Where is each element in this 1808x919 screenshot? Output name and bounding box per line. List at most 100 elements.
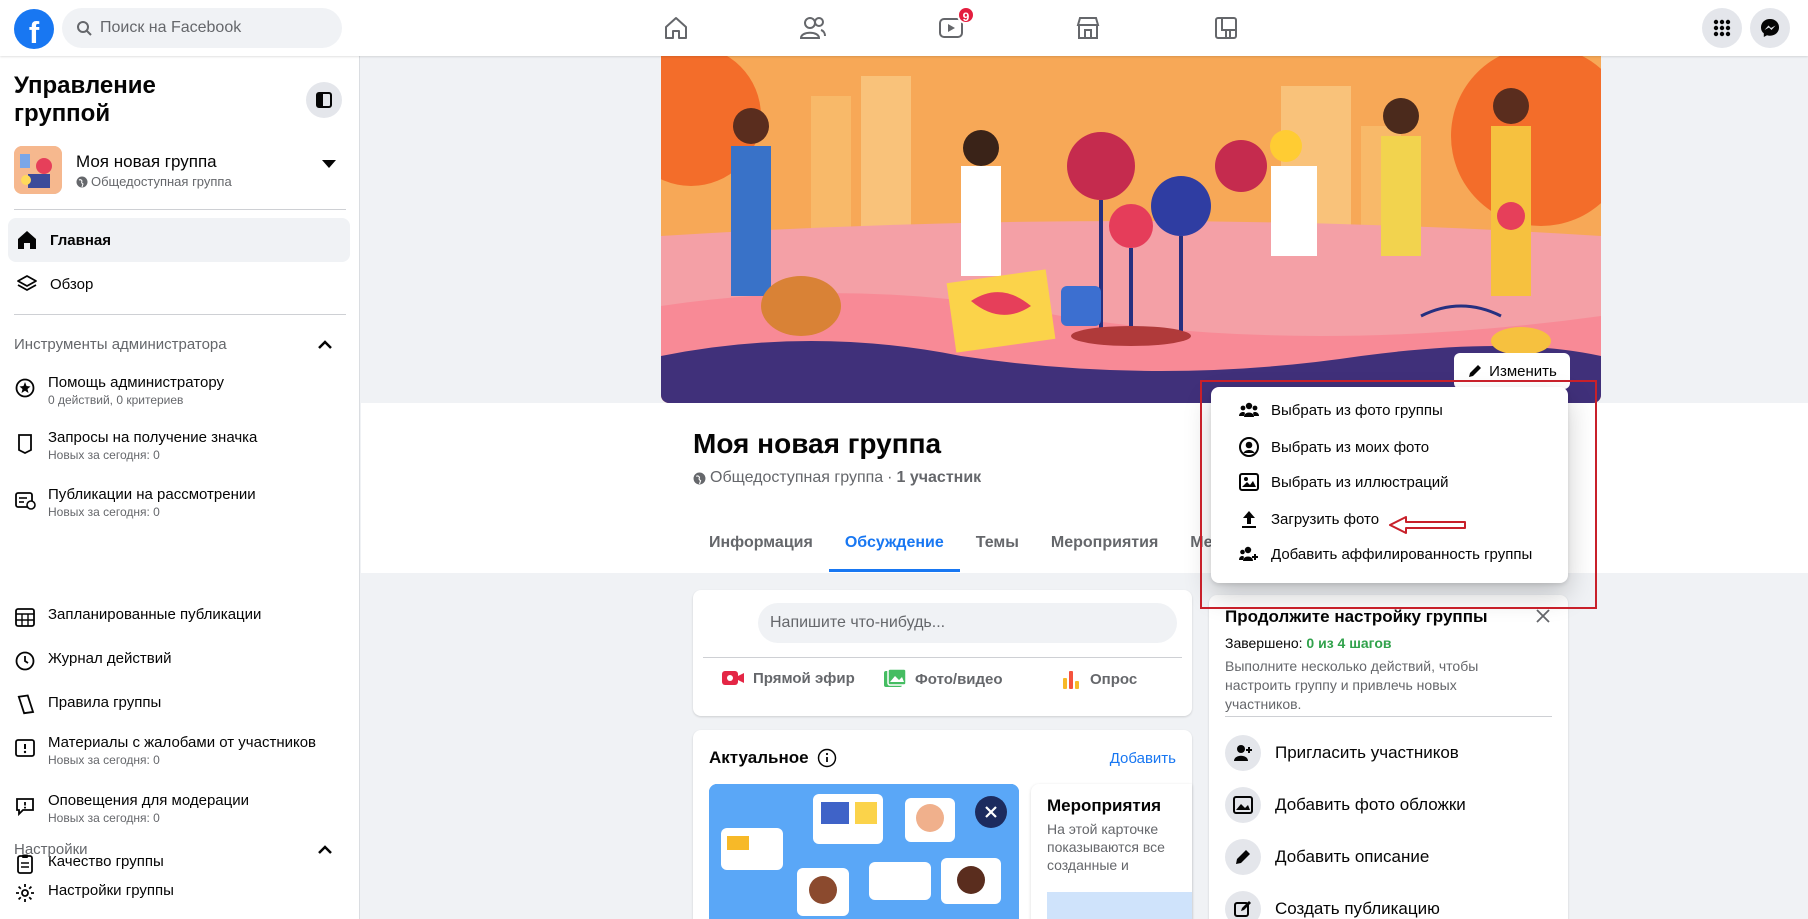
sidebar-item-admin-assist[interactable]: Помощь администратору 0 действий, 0 крите…	[14, 374, 344, 409]
info-icon[interactable]	[817, 748, 837, 768]
nav-groups-button[interactable]	[1170, 0, 1282, 56]
chevron-up-icon	[318, 339, 332, 349]
poll-button[interactable]: Опрос	[1060, 668, 1137, 690]
events-card[interactable]: Мероприятия На этой карточке показываютс…	[1031, 784, 1192, 919]
divider	[14, 314, 346, 315]
clock-icon	[15, 651, 35, 671]
tool-sublabel: Новых за сегодня: 0	[48, 753, 160, 767]
gear-icon	[16, 884, 34, 902]
report-icon	[15, 739, 35, 757]
invite-icon	[1225, 735, 1261, 771]
group-setup-card: Продолжите настройку группы Завершено: 0…	[1209, 595, 1568, 919]
cover-illustration	[661, 56, 1601, 403]
search-icon	[77, 21, 92, 36]
messenger-icon	[1761, 19, 1779, 37]
marketplace-icon	[1076, 17, 1100, 39]
group-name: Моя новая группа	[76, 152, 217, 171]
notification-badge: 9	[957, 6, 975, 24]
settings-header[interactable]: Настройки	[14, 841, 332, 858]
search-placeholder: Поиск на Facebook	[100, 19, 242, 36]
composer-input[interactable]: Напишите что-нибудь...	[758, 603, 1177, 643]
featured-illustration	[709, 784, 1019, 919]
pencil-icon	[1225, 839, 1261, 875]
gaming-icon	[1215, 17, 1237, 39]
sidebar-toggle-icon	[316, 92, 332, 108]
group-switcher[interactable]: Моя новая группа Общедоступная группа	[14, 146, 344, 198]
search-input[interactable]: Поиск на Facebook	[62, 8, 342, 48]
nav-friends-button[interactable]	[757, 0, 869, 56]
pencil-icon	[1469, 365, 1482, 377]
compose-icon	[1225, 891, 1261, 919]
events-card-text: На этой карточке показываются все создан…	[1047, 821, 1165, 876]
tab-topics[interactable]: Темы	[960, 520, 1035, 572]
sidebar-item-group-settings[interactable]: Настройки группы	[14, 879, 344, 904]
sidebar-item-scheduled-posts[interactable]: Запланированные публикации	[14, 603, 344, 628]
caret-down-icon[interactable]	[322, 160, 336, 168]
events-card-title: Мероприятия	[1047, 796, 1162, 815]
edit-cover-label: Изменить	[1489, 362, 1557, 380]
live-video-icon	[722, 671, 744, 685]
group-privacy-label: Общедоступная группа	[710, 469, 884, 486]
tool-label: Помощь администратору	[48, 374, 224, 391]
admin-sidebar: Управление группой Моя новая группа Обще…	[0, 56, 360, 919]
group-privacy-label: Общедоступная группа	[91, 174, 232, 189]
add-cover-photo-button[interactable]: Добавить фото обложки	[1225, 787, 1466, 823]
group-thumbnail	[14, 146, 62, 194]
globe-icon	[693, 472, 706, 484]
sidebar-item-moderation-alerts[interactable]: Оповещения для модерации Новых за сегодня…	[14, 792, 344, 827]
invite-members-button[interactable]: Пригласить участников	[1225, 735, 1459, 771]
pending-posts-icon	[15, 492, 36, 510]
tab-events[interactable]: Мероприятия	[1035, 520, 1174, 572]
setup-item-label: Создать публикацию	[1275, 899, 1440, 918]
photo-video-button[interactable]: Фото/видео	[883, 668, 1003, 690]
divider	[703, 657, 1182, 658]
friends-icon	[799, 17, 826, 39]
sidebar-item-pending-posts[interactable]: Публикации на рассмотрении Новых за сегод…	[14, 486, 344, 521]
tool-label: Запросы на получение значка	[48, 429, 258, 446]
messenger-button[interactable]	[1750, 8, 1790, 48]
tool-label: Настройки группы	[48, 882, 174, 899]
tab-discussion[interactable]: Обсуждение	[828, 520, 960, 572]
sidebar-item-reported-content[interactable]: Материалы с жалобами от участников Новых …	[14, 734, 344, 769]
tool-sublabel: Новых за сегодня: 0	[48, 505, 160, 519]
admin-tools-header[interactable]: Инструменты администратора	[14, 336, 332, 353]
tool-label: Правила группы	[48, 694, 162, 711]
nav-watch-button[interactable]: 9	[895, 0, 1007, 56]
member-count[interactable]: 1 участник	[897, 469, 982, 487]
tab-about[interactable]: Информация	[693, 520, 829, 572]
tool-label: Оповещения для модерации	[48, 792, 249, 809]
annotation-arrow-icon	[1389, 516, 1466, 534]
sidebar-item-label: Обзор	[50, 275, 94, 293]
separator: ·	[887, 469, 893, 486]
menu-button[interactable]	[1702, 8, 1742, 48]
chevron-up-icon	[318, 844, 332, 854]
featured-title: Актуальное	[709, 748, 809, 767]
nav-marketplace-button[interactable]	[1032, 0, 1144, 56]
close-icon[interactable]	[1536, 609, 1550, 623]
calendar-icon	[15, 608, 35, 627]
sidebar-item-activity-log[interactable]: Журнал действий	[14, 647, 344, 672]
nav-home-button[interactable]	[620, 0, 732, 56]
setup-item-label: Добавить фото обложки	[1275, 795, 1466, 814]
facebook-logo-icon[interactable]: f	[14, 9, 54, 49]
close-icon	[985, 806, 997, 818]
collapse-sidebar-button[interactable]	[306, 82, 342, 118]
featured-header: Актуальное	[709, 748, 837, 768]
sidebar-item-overview[interactable]: Обзор	[8, 262, 350, 306]
close-featured-button[interactable]	[975, 796, 1007, 828]
group-meta: Общедоступная группа · 1 участник	[693, 469, 981, 487]
sidebar-item-home[interactable]: Главная	[8, 218, 350, 262]
globe-icon	[76, 176, 88, 187]
setup-item-label: Добавить описание	[1275, 847, 1430, 866]
poll-label: Опрос	[1090, 670, 1138, 688]
featured-add-link[interactable]: Добавить	[1110, 750, 1176, 767]
setup-progress: Завершено: 0 из 4 шагов	[1225, 635, 1392, 651]
add-description-button[interactable]: Добавить описание	[1225, 839, 1429, 875]
annotation-highlight-box	[1200, 380, 1597, 609]
sidebar-item-badge-requests[interactable]: Запросы на получение значка Новых за сего…	[14, 429, 344, 464]
sidebar-item-group-rules[interactable]: Правила группы	[14, 691, 344, 716]
live-video-button[interactable]: Прямой эфир	[721, 668, 855, 688]
create-post-button[interactable]: Создать публикацию	[1225, 891, 1440, 919]
top-navigation-bar: f Поиск на Facebook 9	[0, 0, 1808, 56]
group-privacy: Общедоступная группа	[76, 174, 232, 189]
